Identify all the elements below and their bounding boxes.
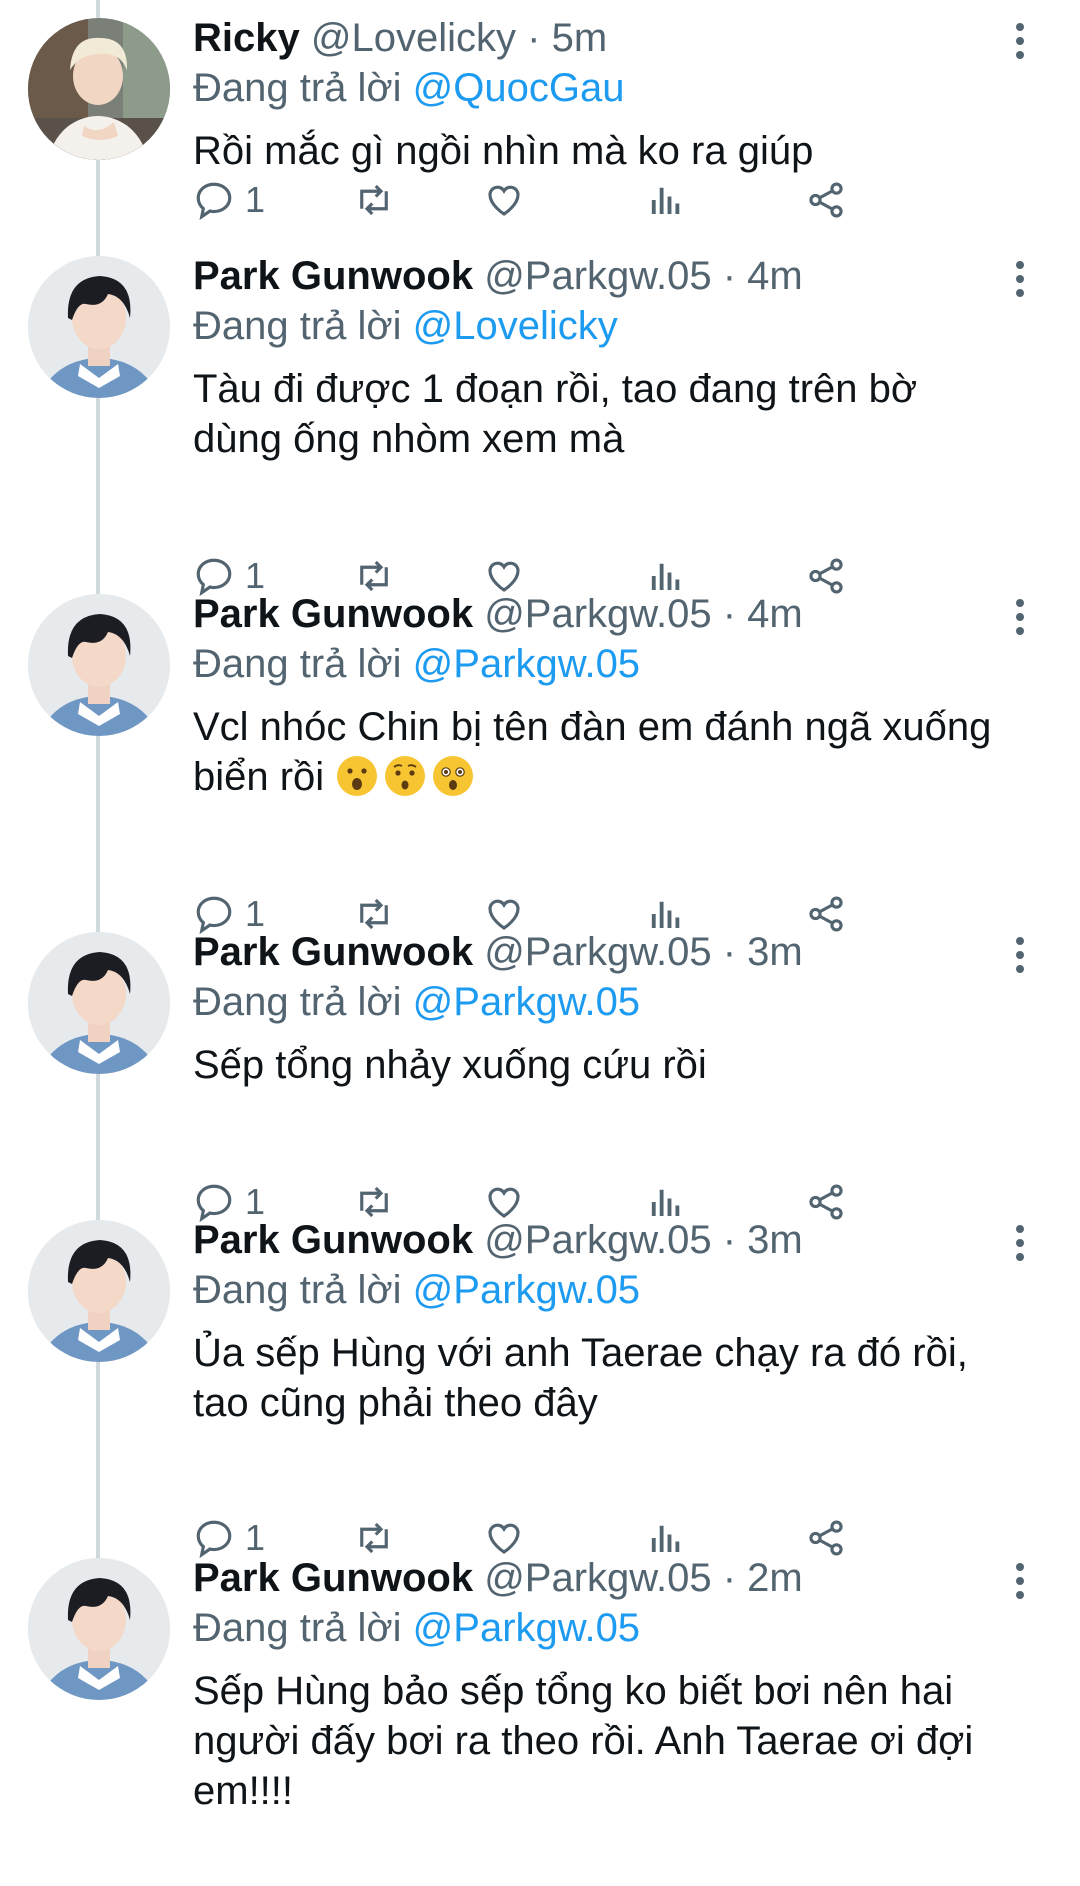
timestamp[interactable]: 2m [747, 1556, 803, 1600]
blonde-avatar-image [28, 18, 170, 160]
tweet-content: Park Gunwook @Parkgw.05 · 2m Đang trả lờ… [193, 1554, 1020, 1816]
more-options-icon[interactable] [1006, 1560, 1034, 1600]
replying-to: Đang trả lời @Parkgw.05 [193, 640, 1020, 688]
user-handle[interactable]: @Parkgw.05 [484, 254, 711, 298]
replying-to-label: Đang trả lời [193, 980, 402, 1024]
mention-link[interactable]: @QuocGau [413, 66, 625, 110]
replying-to-label: Đang trả lời [193, 642, 402, 686]
timestamp[interactable]: 3m [747, 1218, 803, 1262]
share-icon [809, 182, 843, 218]
display-name[interactable]: Ricky [193, 16, 300, 60]
tweet-text-content: Vcl nhóc Chin bị tên đàn em đánh ngã xuố… [193, 705, 992, 799]
share-icon [809, 1520, 843, 1556]
more-options-icon[interactable] [1006, 1222, 1034, 1262]
tweet-content: Park Gunwook @Parkgw.05 · 4m Đang trả lờ… [193, 590, 1020, 802]
face-with-open-mouth-icon [337, 756, 378, 796]
replying-to: Đang trả lời @Parkgw.05 [193, 1604, 1020, 1652]
tweet-header: Ricky @Lovelicky · 5m [193, 16, 608, 60]
dark-hair-avatar-image [28, 1220, 170, 1362]
avatar[interactable] [28, 256, 170, 398]
tweet-text: Sếp Hùng bảo sếp tổng ko biết bơi nên ha… [193, 1669, 974, 1813]
dark-hair-avatar-image [28, 256, 170, 398]
reply-count: 1 [245, 1517, 266, 1558]
display-name[interactable]: Park Gunwook [193, 930, 473, 974]
replying-to: Đang trả lời @QuocGau [193, 64, 1020, 112]
analytics-button[interactable] [645, 176, 687, 224]
reply-icon [196, 1520, 232, 1559]
user-handle[interactable]: @Parkgw.05 [484, 1556, 711, 1600]
tweet-actions: 1 [193, 176, 1013, 224]
replying-to: Đang trả lời @Lovelicky [193, 302, 1020, 350]
mention-link[interactable]: @Lovelicky [413, 304, 618, 348]
tweet-content: Park Gunwook @Parkgw.05 · 3m Đang trả lờ… [193, 928, 1020, 1090]
retweet-button[interactable] [353, 176, 395, 224]
replying-to-label: Đang trả lời [193, 304, 402, 348]
user-handle[interactable]: @Parkgw.05 [484, 930, 711, 974]
tweet-content: Park Gunwook @Parkgw.05 · 4m Đang trả lờ… [193, 252, 1020, 464]
heart-icon [488, 1523, 520, 1554]
tweet-header: Park Gunwook @Parkgw.05 · 4m [193, 592, 803, 636]
tweet-text: Tàu đi được 1 đoạn rồi, tao đang trên bờ… [193, 367, 918, 461]
mention-link[interactable]: @Parkgw.05 [413, 1268, 640, 1312]
timestamp[interactable]: 5m [552, 16, 608, 60]
avatar[interactable] [28, 1220, 170, 1362]
timestamp[interactable]: 4m [747, 254, 803, 298]
display-name[interactable]: Park Gunwook [193, 1218, 473, 1262]
timestamp[interactable]: 4m [747, 592, 803, 636]
tweet-header: Park Gunwook @Parkgw.05 · 3m [193, 930, 803, 974]
avatar[interactable] [28, 932, 170, 1074]
more-options-icon[interactable] [1006, 258, 1034, 298]
user-handle[interactable]: @Parkgw.05 [484, 1218, 711, 1262]
tweet-text: Sếp tổng nhảy xuống cứu rồi [193, 1043, 707, 1087]
hushed-face-icon [385, 756, 426, 796]
tweet-header: Park Gunwook @Parkgw.05 · 4m [193, 254, 803, 298]
dark-hair-avatar-image [28, 1558, 170, 1700]
display-name[interactable]: Park Gunwook [193, 592, 473, 636]
dark-hair-avatar-image [28, 932, 170, 1074]
tweet-header: Park Gunwook @Parkgw.05 · 3m [193, 1218, 803, 1262]
dark-hair-avatar-image [28, 594, 170, 736]
replying-to: Đang trả lời @Parkgw.05 [193, 1266, 1020, 1314]
user-handle[interactable]: @Parkgw.05 [484, 592, 711, 636]
mention-link[interactable]: @Parkgw.05 [413, 1606, 640, 1650]
mention-link[interactable]: @Parkgw.05 [413, 642, 640, 686]
share-button[interactable] [805, 176, 847, 224]
reply-icon [196, 182, 232, 221]
timestamp[interactable]: 3m [747, 930, 803, 974]
retweet-icon [360, 184, 388, 216]
replying-to-label: Đang trả lời [193, 1606, 402, 1650]
tweet-content: Ricky @Lovelicky · 5m Đang trả lời @Quoc… [193, 14, 1020, 176]
user-handle[interactable]: @Lovelicky [311, 16, 516, 60]
analytics-icon [651, 187, 680, 214]
tweet-text: Vcl nhóc Chin bị tên đàn em đánh ngã xuố… [193, 702, 1020, 802]
replying-to-label: Đang trả lời [193, 66, 402, 110]
mention-link[interactable]: @Parkgw.05 [413, 980, 640, 1024]
replying-to: Đang trả lời @Parkgw.05 [193, 978, 1020, 1026]
like-button[interactable] [483, 176, 525, 224]
avatar[interactable] [28, 594, 170, 736]
display-name[interactable]: Park Gunwook [193, 1556, 473, 1600]
more-options-icon[interactable] [1006, 934, 1034, 974]
more-options-icon[interactable] [1006, 596, 1034, 636]
tweet-text: Rồi mắc gì ngồi nhìn mà ko ra giúp [193, 129, 814, 173]
tweet-content: Park Gunwook @Parkgw.05 · 3m Đang trả lờ… [193, 1216, 1020, 1428]
astonished-face-icon [433, 756, 474, 796]
retweet-icon [360, 1522, 388, 1554]
avatar[interactable] [28, 18, 170, 160]
replying-to-label: Đang trả lời [193, 1268, 402, 1312]
heart-icon [488, 185, 520, 216]
tweet-header: Park Gunwook @Parkgw.05 · 2m [193, 1556, 803, 1600]
display-name[interactable]: Park Gunwook [193, 254, 473, 298]
reply-count: 1 [245, 179, 266, 220]
more-options-icon[interactable] [1006, 20, 1034, 60]
tweet-text: Ủa sếp Hùng với anh Taerae chạy ra đó rồ… [193, 1331, 968, 1425]
reply-button[interactable]: 1 [193, 176, 265, 224]
avatar[interactable] [28, 1558, 170, 1700]
analytics-icon [651, 1525, 680, 1552]
